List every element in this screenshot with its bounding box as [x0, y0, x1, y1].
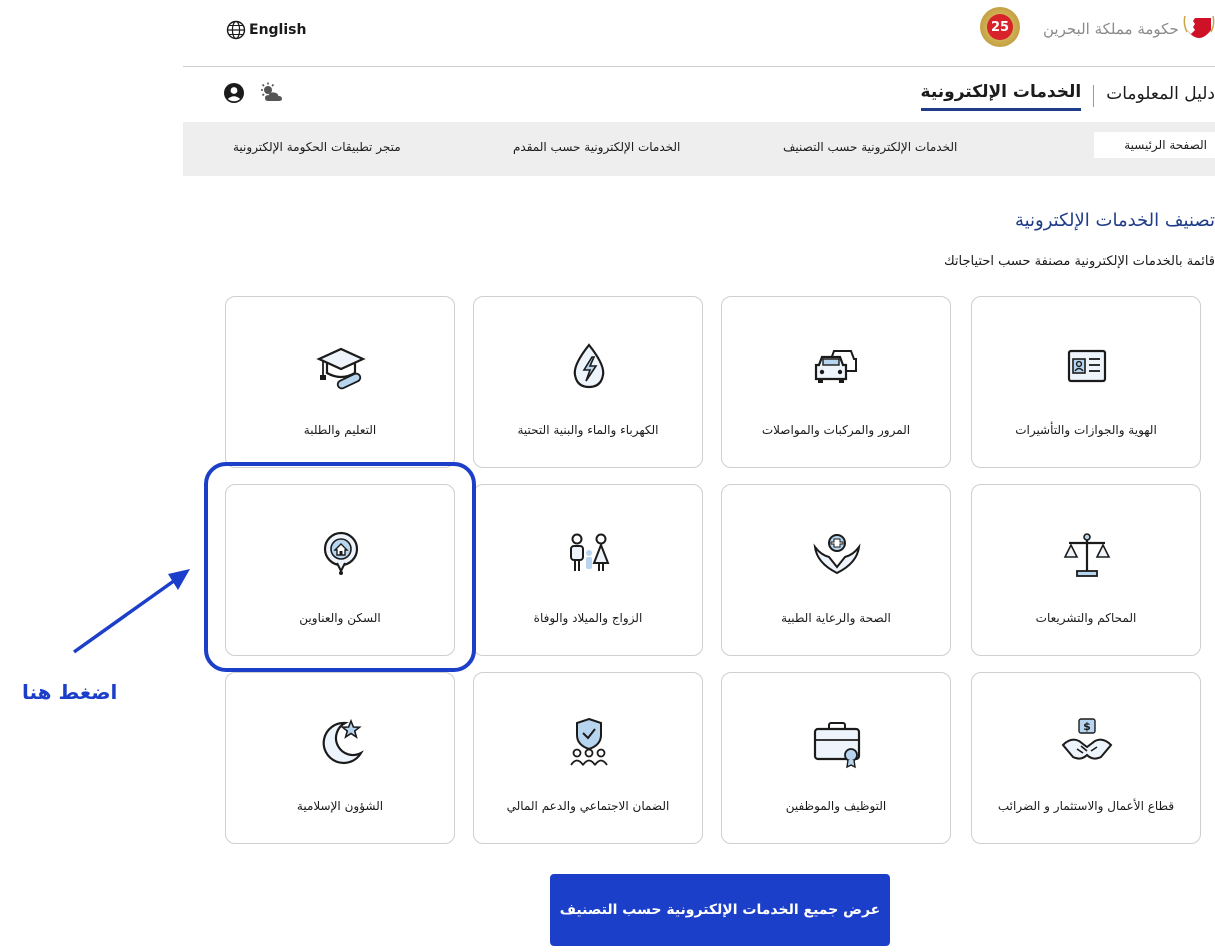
language-label: English: [249, 22, 307, 38]
category-label: الكهرباء والماء والبنية التحتية: [517, 423, 659, 437]
category-card-identity[interactable]: الهوية والجوازات والتأشيرات: [971, 296, 1201, 468]
category-card-civil-status[interactable]: الزواج والميلاد والوفاة: [473, 484, 703, 656]
category-label: التوظيف والموظفين: [785, 799, 887, 813]
category-label: الشؤون الإسلامية: [296, 799, 384, 813]
tab-eservices[interactable]: الخدمات الإلكترونية: [920, 80, 1082, 111]
category-card-utilities[interactable]: الكهرباء والماء والبنية التحتية: [473, 296, 703, 468]
health-care-icon: [813, 534, 861, 575]
emblem-icon: [1183, 15, 1215, 38]
category-card-social-security[interactable]: الضمان الاجتماعي والدعم المالي: [473, 672, 703, 844]
category-label: المحاكم والتشريعات: [1035, 611, 1137, 625]
crescent-star-icon: [322, 718, 364, 765]
view-all-services-button[interactable]: عرض جميع الخدمات الإلكترونية حسب التصنيف: [550, 874, 890, 946]
graduation-cap-icon: [316, 347, 366, 390]
subnav-by-category[interactable]: الخدمات الإلكترونية حسب التصنيف: [783, 140, 957, 154]
category-label: التعليم والطلبة: [303, 423, 377, 437]
category-label: الهوية والجوازات والتأشيرات: [1015, 423, 1157, 437]
category-label: المرور والمركبات والمواصلات: [761, 423, 911, 437]
category-card-business[interactable]: $ قطاع الأعمال والاستثمار و الضرائب: [971, 672, 1201, 844]
nav-tabs: دليل المعلومات الخدمات الإلكترونية: [920, 80, 1215, 111]
briefcase-icon: [813, 722, 861, 769]
weather-icon[interactable]: [259, 82, 285, 104]
nav-icons: [223, 82, 285, 104]
click-here-annotation: اضغط هنا: [22, 680, 118, 704]
highlight-box: [204, 462, 476, 672]
category-label: الضمان الاجتماعي والدعم المالي: [506, 799, 670, 813]
family-icon: [570, 533, 610, 571]
subnav-home[interactable]: الصفحة الرئيسية: [1094, 132, 1215, 158]
subnav-by-provider[interactable]: الخدمات الإلكترونية حسب المقدم: [513, 140, 680, 154]
id-card-icon: [1067, 349, 1107, 383]
left-gutter: [0, 0, 183, 952]
anniversary-logo: 25: [980, 7, 1020, 47]
user-account-icon[interactable]: [223, 82, 245, 104]
category-label: الزواج والميلاد والوفاة: [533, 611, 643, 625]
category-card-islamic-affairs[interactable]: الشؤون الإسلامية: [225, 672, 455, 844]
main-nav: دليل المعلومات الخدمات الإلكترونية: [183, 66, 1215, 122]
sub-nav: الصفحة الرئيسية الخدمات الإلكترونية حسب …: [183, 122, 1215, 176]
nav-separator: [1093, 84, 1095, 107]
anniversary-number: 25: [987, 14, 1013, 40]
category-card-traffic[interactable]: المرور والمركبات والمواصلات: [721, 296, 951, 468]
subnav-app-store[interactable]: متجر تطبيقات الحكومة الإلكترونية: [233, 140, 401, 154]
scales-icon: [1063, 533, 1111, 577]
social-security-icon: [570, 717, 608, 766]
cars-icon: [814, 350, 857, 383]
category-card-courts[interactable]: المحاكم والتشريعات: [971, 484, 1201, 656]
category-card-health[interactable]: الصحة والرعاية الطبية: [721, 484, 951, 656]
category-card-employment[interactable]: التوظيف والموظفين: [721, 672, 951, 844]
svg-text:$: $: [1083, 720, 1091, 733]
page-title: تصنيف الخدمات الإلكترونية: [1014, 210, 1215, 231]
category-label: قطاع الأعمال والاستثمار و الضرائب: [997, 799, 1175, 813]
water-electricity-icon: [573, 343, 605, 389]
category-card-education[interactable]: التعليم والطلبة: [225, 296, 455, 468]
government-name: حكومة مملكة البحرين: [1043, 20, 1179, 38]
top-bar: English 25 حكومة مملكة البحرين: [183, 0, 1215, 67]
category-label: الصحة والرعاية الطبية: [781, 611, 891, 625]
tab-information-guide[interactable]: دليل المعلومات: [1106, 82, 1215, 110]
business-handshake-icon: $: [1061, 718, 1113, 760]
language-switch[interactable]: English: [226, 20, 306, 40]
globe-icon: [226, 20, 246, 40]
page-subtitle: قائمة بالخدمات الإلكترونية مصنفة حسب احت…: [943, 254, 1215, 269]
